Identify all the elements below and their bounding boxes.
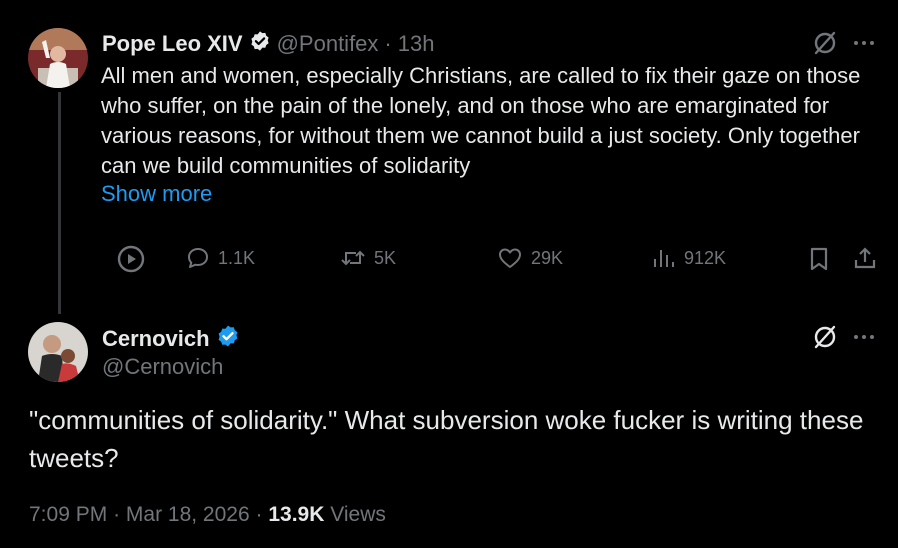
like-icon (499, 248, 521, 268)
repost-button[interactable]: 5K (340, 246, 396, 270)
grok-icon[interactable] (812, 30, 838, 56)
separator: · (384, 30, 392, 56)
tweet-text: All men and women, especially Christians… (101, 63, 861, 178)
like-count: 29K (531, 247, 564, 268)
reply-date[interactable]: Mar 18, 2026 (126, 503, 250, 526)
reply-icon (188, 248, 208, 268)
repost-icon (341, 250, 365, 266)
reply-views-count: 13.9K (268, 503, 325, 526)
tweet-body: All men and women, especially Christians… (101, 61, 871, 181)
views-button[interactable]: 912K (652, 246, 726, 270)
more-icon[interactable] (852, 327, 876, 347)
reply-button[interactable]: 1.1K (186, 246, 255, 270)
meta-separator: · (113, 503, 121, 526)
show-more-label[interactable]: Show more (101, 181, 212, 206)
reply-views-label: Views (330, 503, 386, 526)
views-icon (654, 250, 674, 267)
verified-badge-icon (216, 324, 240, 353)
views-count: 912K (684, 247, 727, 268)
bookmark-icon[interactable] (808, 246, 830, 272)
show-more-link[interactable]: Show more (101, 181, 212, 207)
grok-icon[interactable] (812, 324, 838, 350)
reply-count: 1.1K (218, 247, 256, 268)
reply-author-handle[interactable]: @Cernovich (102, 354, 223, 379)
reply-handle-row: @Cernovich (102, 354, 223, 380)
reply-time[interactable]: 7:09 PM (29, 503, 107, 526)
reply-text: "communities of solidarity." What subver… (29, 405, 864, 473)
like-button[interactable]: 29K (497, 246, 563, 270)
author-name[interactable]: Pope Leo XIV (102, 31, 243, 57)
more-icon[interactable] (852, 33, 876, 53)
reply-body: "communities of solidarity." What subver… (29, 401, 889, 477)
reply-header: Cernovich (102, 324, 240, 353)
time-ago[interactable]: 13h (398, 31, 435, 57)
verified-badge-icon (249, 30, 271, 57)
reply-author-name[interactable]: Cernovich (102, 326, 210, 352)
tweet-header: Pope Leo XIV @Pontifex · 13h (102, 30, 434, 57)
author-handle[interactable]: @Pontifex (277, 31, 379, 57)
repost-count: 5K (374, 247, 397, 268)
play-icon[interactable] (116, 244, 146, 274)
meta-separator: · (255, 503, 263, 526)
share-icon[interactable] (852, 245, 878, 271)
thread-line (58, 92, 61, 314)
cernovich-avatar[interactable] (28, 322, 88, 382)
reply-meta: 7:09 PM · Mar 18, 2026 · 13.9K Views (29, 503, 386, 527)
pontifex-avatar[interactable] (28, 28, 88, 88)
